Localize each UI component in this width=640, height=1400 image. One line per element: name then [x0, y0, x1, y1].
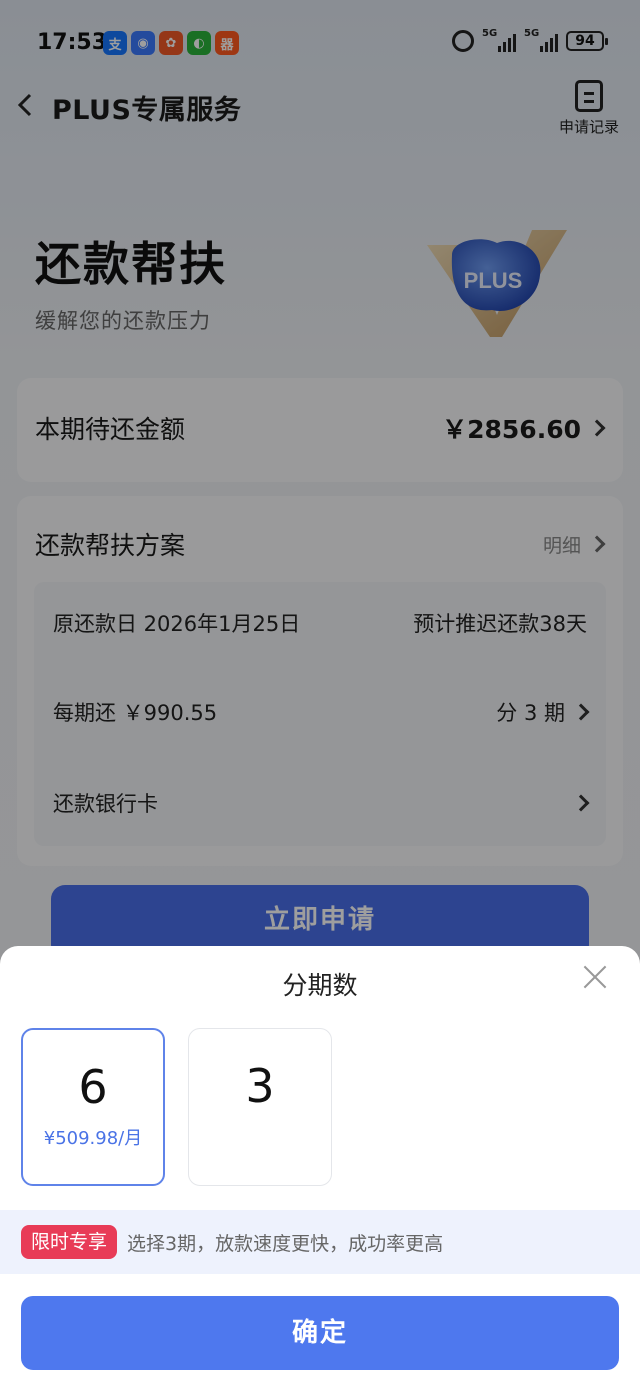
confirm-button[interactable]: 确定 — [21, 1296, 619, 1370]
promo-banner: 限时专享 选择3期，放款速度更快，成功率更高 — [0, 1210, 640, 1274]
promo-tag: 限时专享 — [21, 1225, 118, 1259]
installment-sheet: 分期数 6 ¥509.98/月 3 限时专享 选择3期，放款速度更快，成功率更高… — [0, 946, 640, 1400]
sheet-title: 分期数 — [282, 971, 358, 1000]
close-icon[interactable] — [580, 962, 610, 992]
option-monthly: ¥509.98/月 — [43, 1128, 143, 1149]
installment-option-3[interactable]: 3 — [188, 1028, 332, 1186]
option-number: 6 — [78, 1060, 108, 1114]
installment-option-6[interactable]: 6 ¥509.98/月 — [21, 1028, 165, 1186]
option-number: 3 — [245, 1059, 275, 1113]
promo-text: 选择3期，放款速度更快，成功率更高 — [127, 1232, 444, 1255]
